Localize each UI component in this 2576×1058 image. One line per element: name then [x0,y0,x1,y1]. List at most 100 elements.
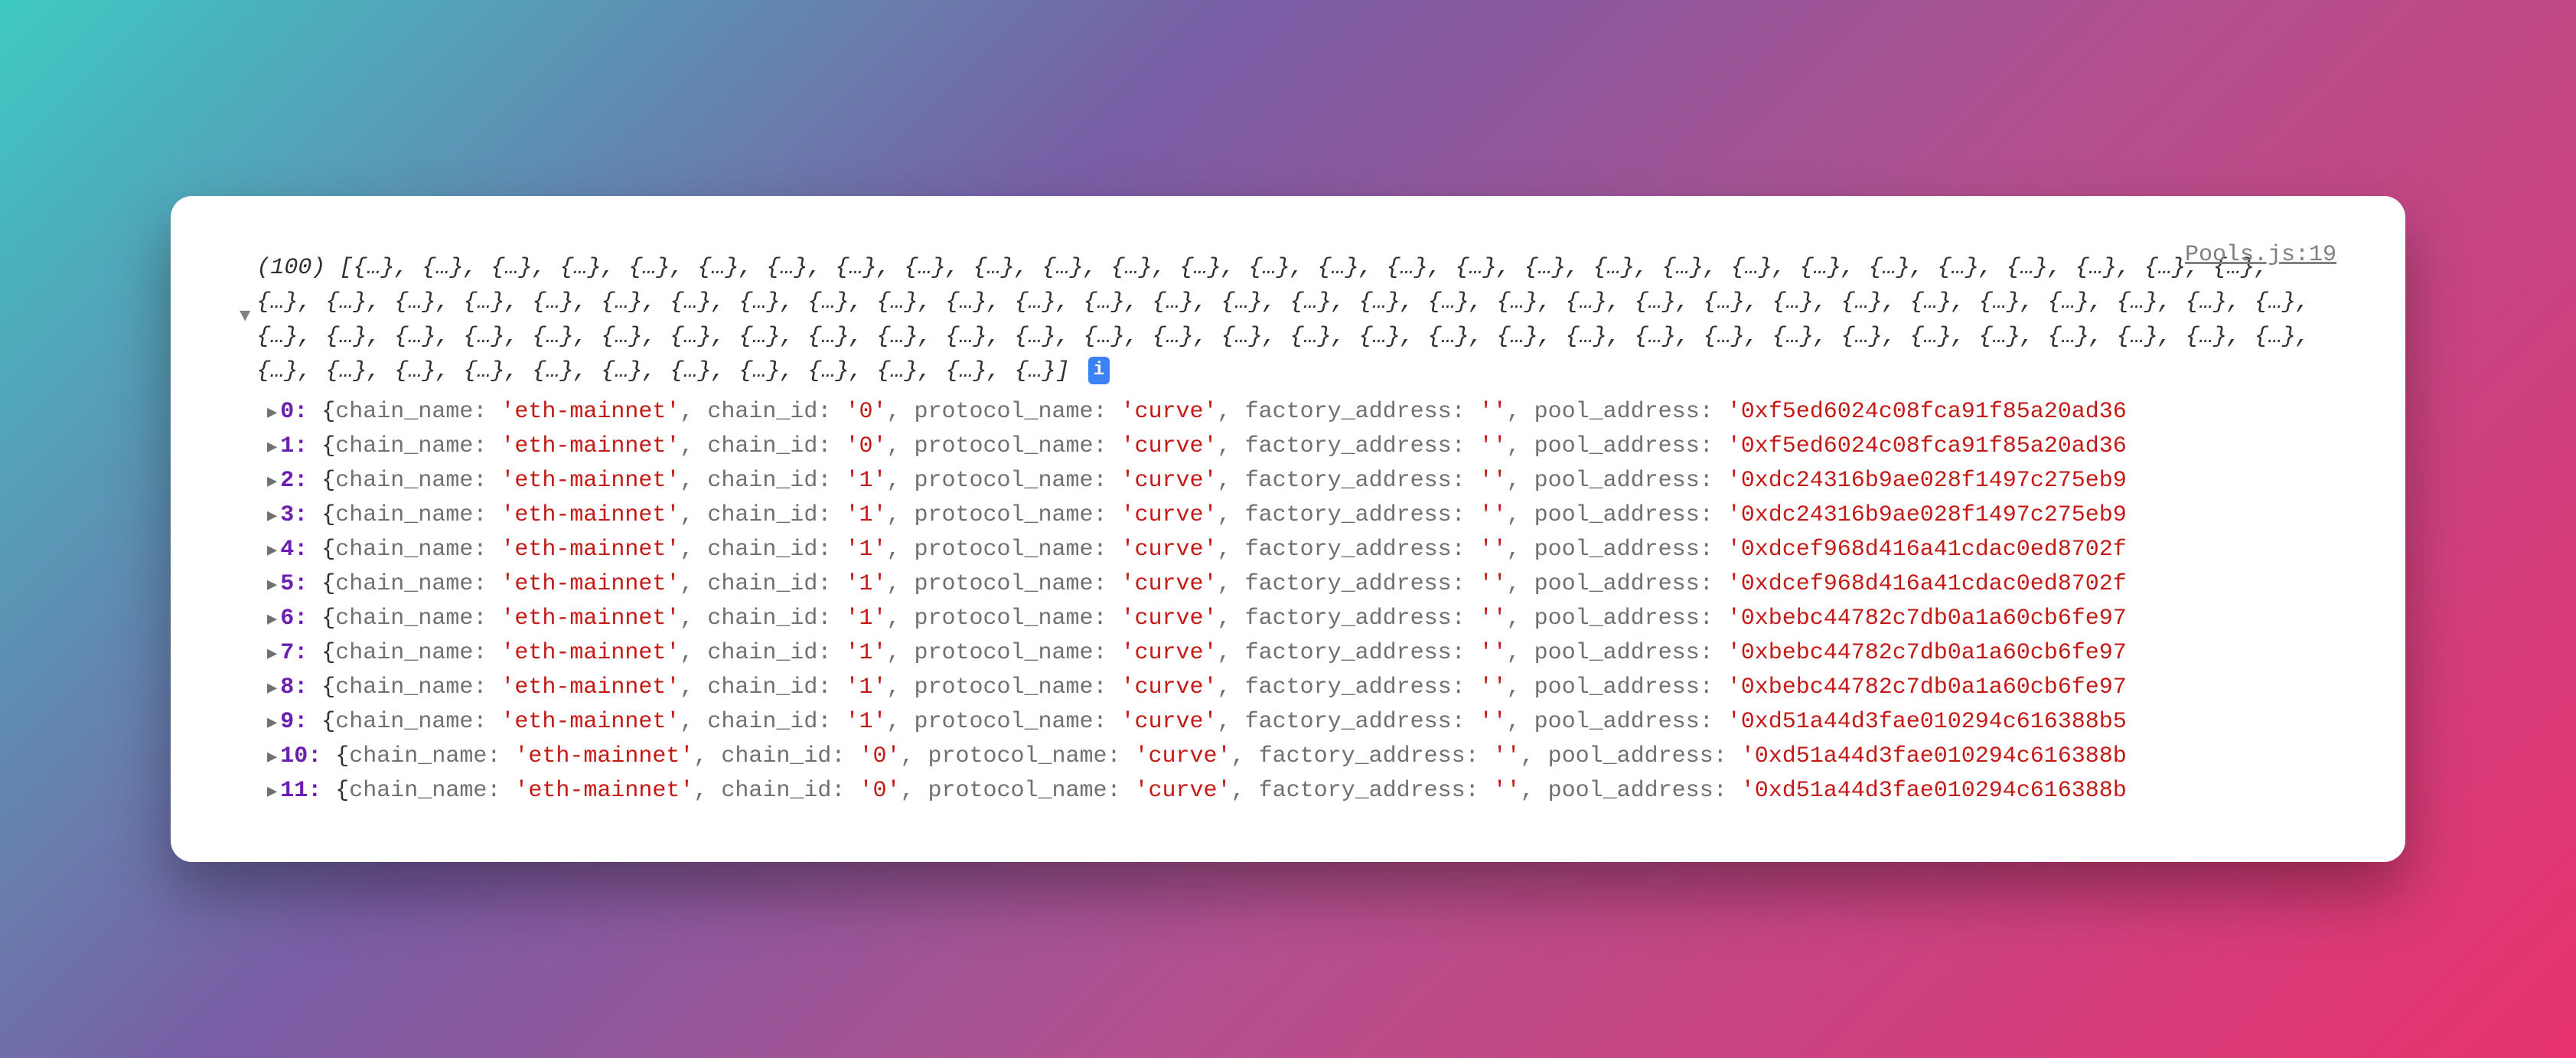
key-pool-address: pool_address: [1534,502,1727,528]
val-protocol-name: 'curve' [1121,709,1218,735]
array-entry-row[interactable]: ▶9: {chain_name: 'eth-mainnet', chain_id… [267,705,2336,740]
entry-toggle-right-icon[interactable]: ▶ [267,504,277,529]
key-protocol-name: protocol_name: [914,640,1120,666]
array-entry-row[interactable]: ▶3: {chain_name: 'eth-mainnet', chain_id… [267,498,2336,533]
key-chain-id: chain_id: [707,640,845,666]
key-chain-id: chain_id: [707,571,845,597]
entry-index: 3 [280,502,294,528]
val-chain-id: '1' [845,606,886,632]
entry-index: 8 [280,674,294,700]
entry-index: 5 [280,571,294,597]
entry-toggle-right-icon[interactable]: ▶ [267,710,277,736]
array-entry-row[interactable]: ▶10: {chain_name: 'eth-mainnet', chain_i… [267,740,2336,774]
entry-toggle-right-icon[interactable]: ▶ [267,573,277,598]
key-pool-address: pool_address: [1548,778,1741,804]
array-entry-row[interactable]: ▶8: {chain_name: 'eth-mainnet', chain_id… [267,671,2336,705]
entry-toggle-right-icon[interactable]: ▶ [267,400,277,426]
key-protocol-name: protocol_name: [914,468,1120,494]
array-entry-row[interactable]: ▶2: {chain_name: 'eth-mainnet', chain_id… [267,464,2336,498]
key-chain-id: chain_id: [707,537,845,563]
key-protocol-name: protocol_name: [914,399,1120,425]
val-factory-address: '' [1479,399,1507,425]
array-entry-row[interactable]: ▶1: {chain_name: 'eth-mainnet', chain_id… [267,429,2336,464]
val-chain-id: '0' [859,743,900,769]
key-chain-id: chain_id: [707,606,845,632]
array-entry-row[interactable]: ▶6: {chain_name: 'eth-mainnet', chain_id… [267,602,2336,636]
val-factory-address: '' [1479,640,1507,666]
key-factory-address: factory_address: [1245,640,1479,666]
key-pool-address: pool_address: [1534,674,1727,700]
key-factory-address: factory_address: [1245,502,1479,528]
key-factory-address: factory_address: [1245,468,1479,494]
expand-toggle-down-icon[interactable]: ▼ [240,303,250,331]
array-summary-text[interactable]: (100) [{…}, {…}, {…}, {…}, {…}, {…}, {…}… [256,242,2336,389]
key-pool-address: pool_address: [1534,468,1727,494]
entry-toggle-right-icon[interactable]: ▶ [267,779,277,805]
entry-index: 6 [280,606,294,632]
array-entry-row[interactable]: ▶0: {chain_name: 'eth-mainnet', chain_id… [267,395,2336,429]
key-protocol-name: protocol_name: [914,606,1120,632]
entry-content: 3: {chain_name: 'eth-mainnet', chain_id:… [280,498,2127,533]
source-link[interactable]: Pools.js:19 [2185,242,2336,268]
key-chain-name: chain_name: [335,606,501,632]
val-chain-name: 'eth-mainnet' [501,709,680,735]
val-factory-address: '' [1479,571,1507,597]
entry-toggle-right-icon[interactable]: ▶ [267,676,277,701]
key-chain-id: chain_id: [707,709,845,735]
entry-toggle-right-icon[interactable]: ▶ [267,538,277,563]
key-pool-address: pool_address: [1534,399,1727,425]
val-chain-id: '1' [845,502,886,528]
val-protocol-name: 'curve' [1135,743,1231,769]
entry-toggle-right-icon[interactable]: ▶ [267,642,277,667]
key-protocol-name: protocol_name: [928,743,1134,769]
key-protocol-name: protocol_name: [914,433,1120,459]
array-entry-row[interactable]: ▶4: {chain_name: 'eth-mainnet', chain_id… [267,533,2336,567]
key-factory-address: factory_address: [1259,778,1493,804]
key-factory-address: factory_address: [1245,433,1479,459]
key-chain-id: chain_id: [707,433,845,459]
val-factory-address: '' [1479,709,1507,735]
key-chain-name: chain_name: [335,537,501,563]
val-pool-address: '0xbebc44782c7db0a1a60cb6fe97 [1727,640,2127,666]
entry-toggle-right-icon[interactable]: ▶ [267,469,277,495]
val-chain-name: 'eth-mainnet' [514,743,693,769]
val-protocol-name: 'curve' [1121,502,1218,528]
val-protocol-name: 'curve' [1121,606,1218,632]
key-factory-address: factory_address: [1245,606,1479,632]
key-chain-id: chain_id: [707,502,845,528]
entry-toggle-right-icon[interactable]: ▶ [267,607,277,632]
key-chain-name: chain_name: [335,640,501,666]
entry-index: 9 [280,709,294,735]
val-chain-name: 'eth-mainnet' [501,537,680,563]
val-pool-address: '0xbebc44782c7db0a1a60cb6fe97 [1727,606,2127,632]
key-chain-name: chain_name: [335,709,501,735]
entry-content: 2: {chain_name: 'eth-mainnet', chain_id:… [280,464,2127,498]
val-chain-id: '0' [845,433,886,459]
val-pool-address: '0xbebc44782c7db0a1a60cb6fe97 [1727,674,2127,700]
entry-content: 8: {chain_name: 'eth-mainnet', chain_id:… [280,671,2127,705]
val-factory-address: '' [1479,674,1507,700]
val-chain-id: '1' [845,709,886,735]
val-factory-address: '' [1479,606,1507,632]
key-chain-id: chain_id: [707,399,845,425]
key-factory-address: factory_address: [1245,674,1479,700]
val-pool-address: '0xf5ed6024c08fca91f85a20ad36 [1727,433,2127,459]
entry-content: 0: {chain_name: 'eth-mainnet', chain_id:… [280,395,2127,429]
entry-toggle-right-icon[interactable]: ▶ [267,745,277,770]
val-chain-id: '0' [845,399,886,425]
array-entry-row[interactable]: ▶11: {chain_name: 'eth-mainnet', chain_i… [267,774,2336,808]
val-protocol-name: 'curve' [1121,571,1218,597]
array-entry-row[interactable]: ▶5: {chain_name: 'eth-mainnet', chain_id… [267,567,2336,602]
array-entry-row[interactable]: ▶7: {chain_name: 'eth-mainnet', chain_id… [267,636,2336,671]
val-chain-id: '1' [845,640,886,666]
val-protocol-name: 'curve' [1121,674,1218,700]
key-chain-name: chain_name: [349,743,514,769]
key-factory-address: factory_address: [1245,399,1479,425]
key-chain-name: chain_name: [349,778,514,804]
key-factory-address: factory_address: [1245,709,1479,735]
info-badge-icon[interactable]: i [1088,357,1110,384]
entry-index: 1 [280,433,294,459]
key-chain-id: chain_id: [707,468,845,494]
array-summary-row: ▼ (100) [{…}, {…}, {…}, {…}, {…}, {…}, {… [240,242,2336,389]
entry-toggle-right-icon[interactable]: ▶ [267,435,277,460]
